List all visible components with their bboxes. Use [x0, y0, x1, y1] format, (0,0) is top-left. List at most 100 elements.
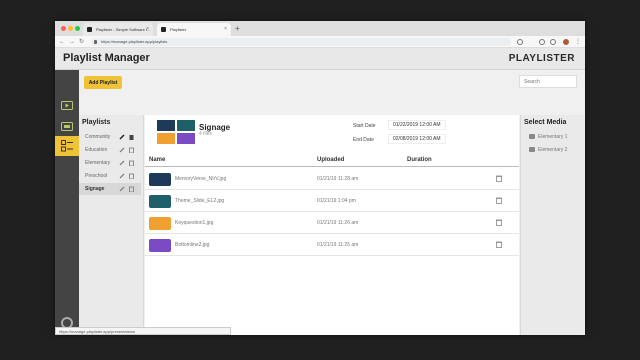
start-date-label: Start Date [353, 123, 376, 129]
select-media-panel: Select Media Elementary 1 Elementary 2 [520, 115, 585, 335]
playlist-thumbnail [157, 120, 195, 144]
rail-play-button[interactable] [58, 96, 76, 114]
folder-icon [529, 134, 535, 139]
edit-pencil-icon[interactable] [119, 173, 125, 179]
column-duration[interactable]: Duration [407, 157, 432, 163]
close-tab-icon[interactable]: × [146, 23, 149, 36]
back-icon[interactable]: ← [59, 37, 65, 47]
playlist-label: Signage [85, 186, 105, 192]
file-thumbnail [149, 217, 171, 230]
playlist-item[interactable]: Community [79, 131, 141, 143]
folder-label: Elementary 1 [538, 134, 568, 140]
browser-menu-icon[interactable]: ⋮ [575, 37, 581, 47]
file-name: MemoryVerse_NIrV.jpg [175, 176, 227, 182]
delete-trash-icon[interactable] [129, 160, 134, 166]
playlist-label: Elementary [85, 160, 111, 166]
edit-pencil-icon[interactable] [119, 160, 125, 166]
zoom-window-button[interactable] [75, 26, 80, 31]
profile-avatar[interactable] [563, 39, 569, 45]
delete-trash-icon[interactable] [496, 197, 502, 204]
playlist-item[interactable]: Preschool [79, 170, 141, 182]
file-name: Keyquestion1.jpg [175, 220, 214, 226]
grid-list-icon [61, 140, 73, 152]
start-date-field[interactable]: 01/22/2019 12:00 AM [388, 120, 446, 130]
favicon-icon [87, 27, 92, 32]
folder-icon [529, 147, 535, 152]
select-media-heading: Select Media [524, 119, 567, 126]
tab-title: Playlister - Simple Software f... [96, 27, 151, 32]
file-uploaded: 01/21/19 11:28 am [317, 176, 359, 182]
file-thumbnail [149, 195, 171, 208]
delete-trash-icon[interactable] [129, 173, 134, 179]
media-folder[interactable]: Elementary 2 [529, 145, 567, 155]
extension-icon[interactable] [550, 39, 556, 45]
minimize-window-button[interactable] [68, 26, 73, 31]
playlist-item[interactable]: Elementary [79, 157, 141, 169]
edit-pencil-icon[interactable] [119, 147, 125, 153]
bookmark-star-icon[interactable] [517, 39, 523, 45]
search-input[interactable] [519, 75, 577, 88]
favicon-icon [161, 27, 166, 32]
delete-trash-icon[interactable] [129, 186, 134, 192]
file-name: Theme_Slide_EL2.jpg [175, 198, 225, 204]
file-uploaded: 01/21/19 1:04 pm [317, 198, 356, 204]
edit-pencil-icon[interactable] [119, 186, 125, 192]
end-date-field[interactable]: 02/08/2019 12:00 AM [388, 134, 446, 144]
app-header: Playlist Manager PLAYLISTER [55, 48, 585, 70]
link-status-bar: https://manage.playlister.app/presentati… [55, 327, 231, 335]
playlist-label: Preschool [85, 173, 108, 179]
file-name: Bottomline2.jpg [175, 242, 210, 248]
file-count: 4 files [199, 131, 213, 137]
playlists-heading: Playlists [82, 119, 111, 126]
url-field[interactable]: https://manage.playlister.app/playlists [91, 38, 511, 46]
extension-icon[interactable] [539, 39, 545, 45]
page-title: Playlist Manager [63, 52, 150, 64]
playlist-label: Community [85, 134, 111, 140]
table-header: Name Uploaded Duration [145, 155, 519, 167]
browser-tab-1[interactable]: Playlister - Simple Software f... × [83, 23, 153, 36]
rail-playlists-button[interactable] [55, 136, 79, 156]
tab-title: Playlister [170, 27, 187, 32]
new-tab-button[interactable]: + [235, 23, 240, 35]
playlist-item-selected[interactable]: Signage [79, 183, 141, 195]
table-row[interactable]: Keyquestion1.jpg 01/21/19 11:26 am [145, 212, 519, 234]
edit-pencil-icon[interactable] [119, 134, 125, 140]
file-thumbnail [149, 173, 171, 186]
forward-icon[interactable]: → [69, 37, 75, 47]
delete-trash-icon[interactable] [496, 241, 502, 248]
reload-icon[interactable]: ↻ [79, 37, 84, 47]
playlists-panel: Playlists Community Education Elementary… [79, 115, 144, 335]
end-date-label: End Date [353, 137, 374, 143]
table-row[interactable]: Theme_Slide_EL2.jpg 01/21/19 1:04 pm [145, 190, 519, 212]
left-rail [55, 70, 79, 335]
screen-icon [61, 122, 73, 131]
column-name[interactable]: Name [149, 157, 165, 163]
lock-icon [94, 40, 97, 44]
playlist-label: Education [85, 147, 108, 153]
table-row[interactable]: MemoryVerse_NIrV.jpg 01/21/19 11:28 am [145, 168, 519, 190]
media-folder[interactable]: Elementary 1 [529, 132, 567, 142]
add-playlist-button[interactable]: Add Playlist [84, 76, 122, 89]
column-uploaded[interactable]: Uploaded [317, 157, 344, 163]
delete-trash-icon[interactable] [496, 219, 502, 226]
table-row[interactable]: Bottomline2.jpg 01/21/19 11:25 am [145, 234, 519, 256]
content-area: Add Playlist Playlists Community Educati… [79, 70, 585, 335]
browser-tab-bar: Playlister - Simple Software f... × Play… [55, 21, 585, 36]
play-icon [61, 100, 73, 110]
playlist-item[interactable]: Education [79, 144, 141, 156]
file-uploaded: 01/21/19 11:25 am [317, 242, 359, 248]
rail-screen-button[interactable] [58, 118, 76, 136]
close-tab-icon[interactable]: × [224, 23, 227, 36]
browser-window: Playlister - Simple Software f... × Play… [55, 21, 585, 335]
playlist-detail: Signage 4 files Start Date 01/22/2019 12… [145, 115, 519, 335]
delete-trash-icon[interactable] [129, 147, 134, 153]
url-text: https://manage.playlister.app/playlists [101, 39, 168, 44]
delete-trash-icon[interactable] [496, 175, 502, 182]
file-uploaded: 01/21/19 11:26 am [317, 220, 359, 226]
delete-trash-icon[interactable] [129, 134, 134, 140]
playlister-logo: PLAYLISTER [508, 53, 575, 64]
close-window-button[interactable] [61, 26, 66, 31]
browser-tab-2[interactable]: Playlister × [157, 23, 231, 36]
file-thumbnail [149, 239, 171, 252]
address-bar: ← → ↻ https://manage.playlister.app/play… [55, 36, 585, 48]
